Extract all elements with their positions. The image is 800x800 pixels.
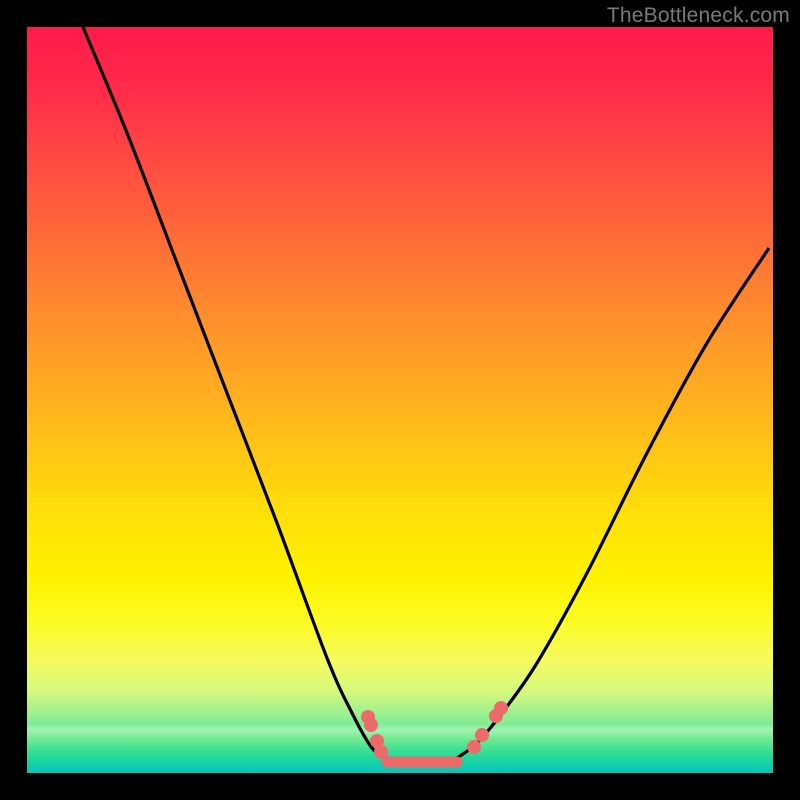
highlight-dot — [364, 718, 378, 732]
curve-right — [457, 248, 769, 758]
plot-area — [27, 27, 773, 773]
highlight-dot — [475, 728, 489, 742]
highlight-dot — [374, 745, 388, 759]
watermark-text: TheBottleneck.com — [607, 4, 790, 28]
bottleneck-curve-svg — [27, 27, 773, 773]
highlight-dot — [467, 740, 481, 754]
highlight-dots — [361, 701, 508, 759]
chart-frame: TheBottleneck.com — [0, 0, 800, 800]
highlight-dot — [494, 701, 508, 715]
curve-left — [83, 27, 387, 758]
